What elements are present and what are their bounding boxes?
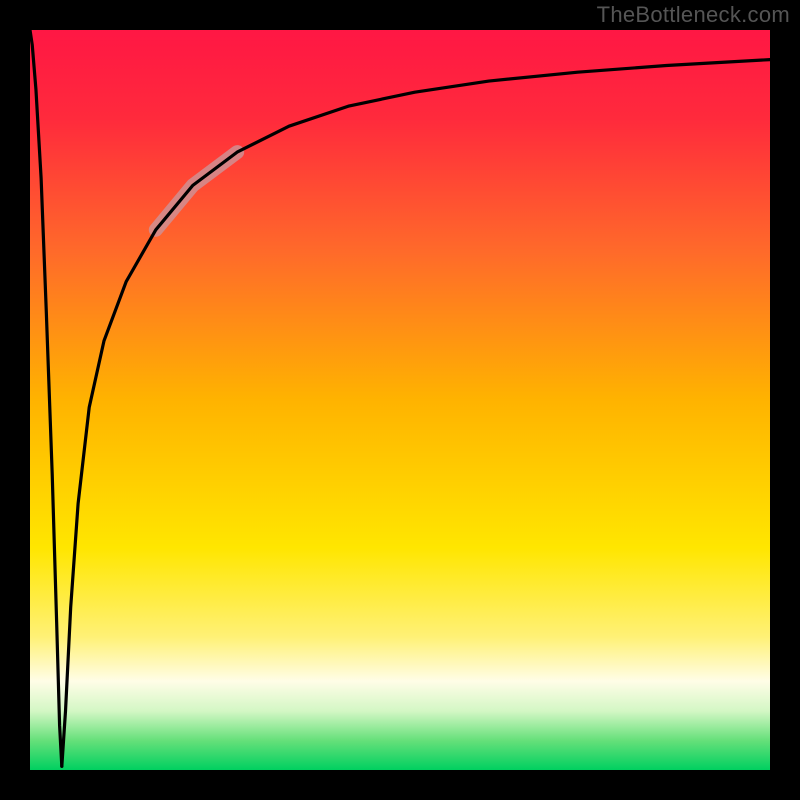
chart-frame: TheBottleneck.com [0, 0, 800, 800]
frame-left [0, 0, 30, 800]
frame-right [770, 0, 800, 800]
watermark-text: TheBottleneck.com [597, 2, 790, 28]
gradient-background [30, 30, 770, 770]
chart-canvas [0, 0, 800, 800]
frame-bottom [0, 770, 800, 800]
